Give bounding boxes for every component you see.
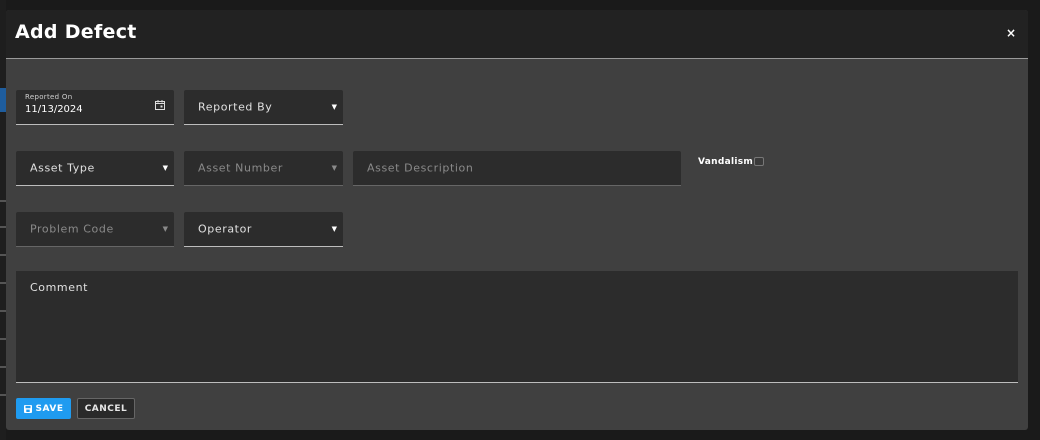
dialog-title: Add Defect	[15, 21, 137, 43]
comment-textarea[interactable]: Comment	[16, 271, 1018, 383]
calendar-icon[interactable]	[155, 100, 165, 110]
problem-code-select[interactable]: Problem Code ▼	[16, 212, 174, 247]
vandalism-label: Vandalism	[698, 157, 754, 167]
asset-type-label: Asset Type	[30, 161, 95, 175]
close-icon[interactable]: ×	[1004, 24, 1018, 42]
reported-by-label: Reported By	[198, 100, 273, 114]
reported-on-label: Reported On	[25, 93, 73, 101]
cancel-button-label: CANCEL	[84, 403, 128, 414]
vandalism-checkbox[interactable]	[754, 157, 764, 166]
dialog-header: Add Defect ×	[6, 10, 1028, 59]
floppy-disk-icon	[23, 404, 32, 413]
reported-on-value: 11/13/2024	[25, 104, 83, 115]
operator-label: Operator	[198, 222, 253, 236]
asset-number-select[interactable]: Asset Number ▼	[184, 151, 343, 186]
save-button-label: SAVE	[35, 403, 64, 414]
chevron-down-icon: ▼	[162, 164, 168, 172]
asset-description-label: Asset Description	[367, 161, 474, 175]
chevron-down-icon: ▼	[331, 103, 337, 111]
reported-by-select[interactable]: Reported By ▼	[184, 90, 343, 125]
asset-type-select[interactable]: Asset Type ▼	[16, 151, 174, 186]
chevron-down-icon: ▼	[331, 225, 337, 233]
asset-number-label: Asset Number	[198, 161, 283, 175]
reported-on-field[interactable]: Reported On 11/13/2024	[16, 90, 174, 125]
save-button[interactable]: SAVE	[16, 398, 71, 419]
cancel-button[interactable]: CANCEL	[77, 398, 135, 419]
add-defect-dialog: Add Defect × Reported On 11/13/2024 Repo…	[6, 10, 1028, 430]
problem-code-label: Problem Code	[30, 222, 114, 236]
operator-select[interactable]: Operator ▼	[184, 212, 343, 247]
comment-label: Comment	[30, 281, 89, 294]
chevron-down-icon: ▼	[162, 225, 168, 233]
asset-description-input[interactable]: Asset Description	[353, 151, 681, 186]
chevron-down-icon: ▼	[331, 164, 337, 172]
